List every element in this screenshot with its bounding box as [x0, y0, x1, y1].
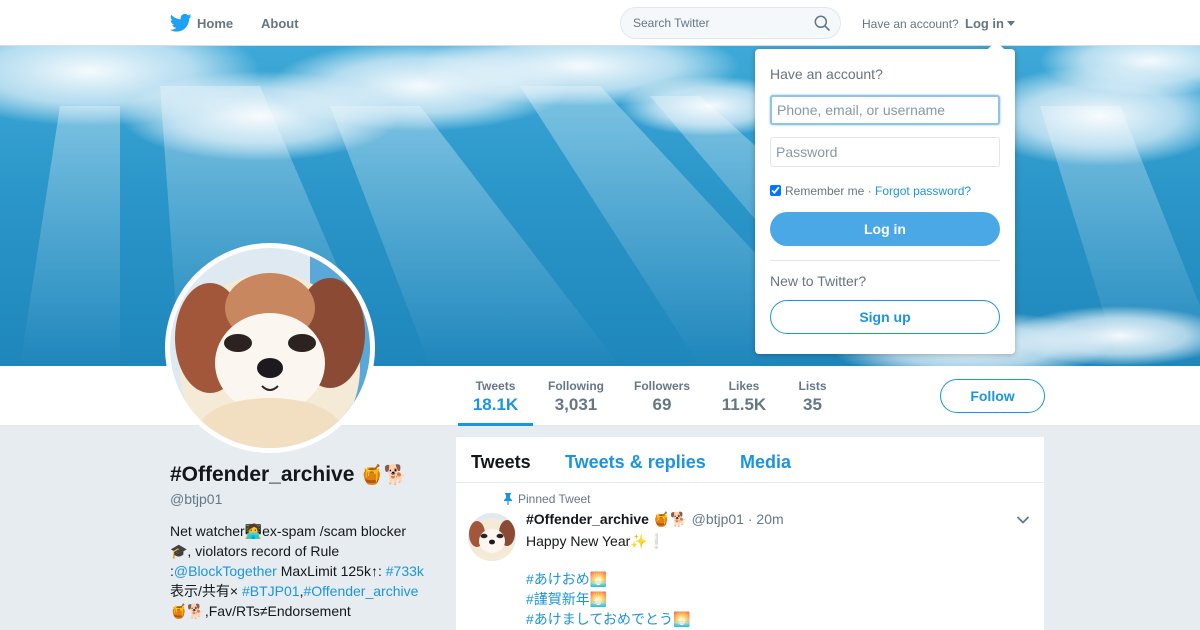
stat-value: 69 [652, 395, 672, 414]
tweet-author-handle[interactable]: @btjp01 [692, 511, 744, 527]
stat-label: Followers [633, 379, 690, 393]
caret-down-icon [1007, 21, 1015, 26]
profile-name-text: #Offender_archive [170, 463, 355, 486]
remember-me-row: Remember me · Forgot password? [770, 184, 971, 198]
profile-handle[interactable]: @btjp01 [170, 491, 222, 507]
remember-me-checkbox[interactable] [770, 185, 781, 196]
stat-tweets[interactable]: Tweets 18.1K [458, 366, 533, 426]
stat-label: Likes [728, 379, 760, 393]
remember-separator: · [867, 184, 872, 198]
tweet-header: #Offender_archive 🍯🐕 @btjp01 · 20m [526, 511, 784, 528]
bio-text: 表示/共有× [170, 583, 242, 599]
tweet-hashtag[interactable]: #あけましておめでとう🌅 [526, 609, 690, 629]
bio-line: Net watcher🧑‍💻ex-spam /scam blocker [170, 523, 407, 539]
password-field[interactable] [770, 137, 1000, 167]
hashtag-btjp01-link[interactable]: #BTJP01 [242, 583, 300, 599]
stat-likes[interactable]: Likes 11.5K [713, 366, 775, 426]
stat-label: Lists [798, 379, 827, 393]
tweet-avatar[interactable] [468, 513, 516, 561]
profile-bio: Net watcher🧑‍💻ex-spam /scam blocker 🎓, v… [170, 521, 435, 621]
tweet-separator: · [747, 511, 753, 527]
divider [770, 260, 1000, 261]
search-box [620, 7, 841, 39]
pinned-label: Pinned Tweet [518, 492, 591, 506]
timeline-tabs: Tweets Tweets & replies Media [456, 437, 1044, 483]
login-dropdown: Have an account? Remember me · Forgot pa… [755, 41, 1015, 354]
profile-name-emoji: 🍯🐕 [360, 465, 408, 486]
have-account-text: Have an account? [862, 17, 959, 31]
bio-line: 🍯🐕,Fav/RTs≠Endorsement [170, 603, 351, 619]
signup-button[interactable]: Sign up [770, 300, 1000, 334]
bio-line: 🎓, violators record of Rule [170, 543, 340, 559]
stat-value: 3,031 [554, 395, 598, 414]
login-button[interactable]: Log in [770, 212, 1000, 246]
profile-name[interactable]: #Offender_archive 🍯🐕 [170, 463, 408, 487]
tab-tweets-and-replies[interactable]: Tweets & replies [565, 452, 706, 473]
tweet-hashtag[interactable]: #謹賀新年🌅 [526, 589, 607, 609]
hashtag-offender-archive-link[interactable]: #Offender_archive [303, 583, 418, 599]
stat-label: Tweets [475, 379, 516, 393]
blocktogether-link[interactable]: @BlockTogether [174, 563, 277, 579]
bio-line: 表示/共有× #BTJP01,#Offender_archive [170, 581, 435, 601]
new-to-twitter-text: New to Twitter? [770, 273, 867, 289]
pinned-tweet-indicator: Pinned Tweet [502, 492, 591, 506]
tweet-text: Happy New Year✨❕ [526, 533, 666, 549]
tab-media[interactable]: Media [740, 452, 791, 473]
bio-line: :@BlockTogether MaxLimit 125k↑: #733k [170, 561, 435, 581]
stat-label: Following [548, 379, 604, 393]
stat-value: 35 [803, 395, 822, 414]
nav-home-link[interactable]: Home [197, 16, 233, 31]
tweet-timestamp[interactable]: 20m [756, 511, 783, 527]
twitter-bird-icon[interactable] [170, 13, 192, 33]
puppy-avatar-image [468, 513, 516, 561]
stat-followers[interactable]: Followers 69 [626, 366, 698, 426]
bio-text: MaxLimit 125k↑: [276, 563, 386, 579]
tweet-hashtag[interactable]: #あけおめ🌅 [526, 569, 607, 589]
chevron-down-icon[interactable] [1016, 515, 1030, 525]
stat-value: 11.5K [721, 395, 767, 414]
profile-avatar[interactable] [165, 243, 375, 453]
stat-lists[interactable]: Lists 35 [790, 366, 835, 426]
login-dropdown-toggle[interactable]: Log in [965, 16, 1015, 31]
tweet-author-emoji: 🍯🐕 [652, 511, 688, 527]
tweet-author-name[interactable]: #Offender_archive [526, 511, 649, 527]
timeline: Tweets Tweets & replies Media Pinned Twe… [456, 437, 1044, 630]
login-dropdown-title: Have an account? [770, 66, 883, 82]
login-toggle-label: Log in [965, 16, 1004, 31]
top-navigation: Home About Have an account? Log in [0, 0, 1200, 46]
remember-me-label[interactable]: Remember me [785, 184, 864, 198]
follow-button[interactable]: Follow [940, 379, 1045, 413]
puppy-avatar-image [170, 248, 370, 448]
username-field[interactable] [770, 95, 1000, 125]
hashtag-733k-link[interactable]: #733k [386, 563, 424, 579]
search-icon[interactable] [814, 15, 830, 31]
search-input[interactable] [633, 8, 813, 38]
forgot-password-link[interactable]: Forgot password? [875, 184, 971, 198]
pin-icon [504, 493, 512, 505]
stat-value: 18.1K [472, 395, 519, 414]
nav-about-link[interactable]: About [261, 16, 299, 31]
stat-following[interactable]: Following 3,031 [541, 366, 611, 426]
tab-tweets[interactable]: Tweets [471, 452, 531, 473]
